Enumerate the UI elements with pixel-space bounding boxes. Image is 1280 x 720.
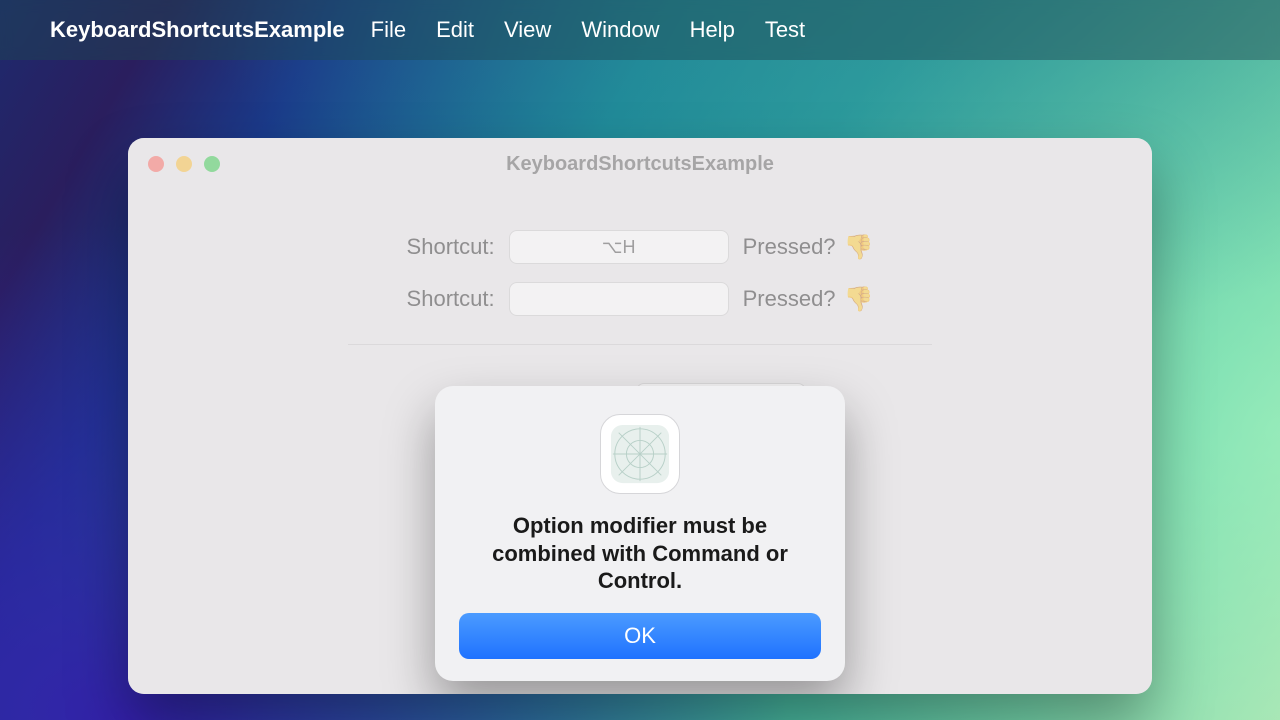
menu-test[interactable]: Test <box>765 17 805 43</box>
window-titlebar[interactable]: KeyboardShortcutsExample <box>128 138 1152 190</box>
shortcut-row: Shortcut: Pressed? 👎 <box>208 282 1072 316</box>
close-icon[interactable] <box>148 156 164 172</box>
app-menu[interactable]: KeyboardShortcutsExample <box>50 17 345 43</box>
ok-button[interactable]: OK <box>459 613 821 659</box>
system-menubar: KeyboardShortcutsExample File Edit View … <box>0 0 1280 60</box>
shortcut-row: Shortcut: ⌥H Pressed? 👎 <box>208 230 1072 264</box>
zoom-icon[interactable] <box>204 156 220 172</box>
thumbs-down-icon: 👎 <box>844 285 874 314</box>
menu-view[interactable]: View <box>504 17 551 43</box>
menu-window[interactable]: Window <box>581 17 659 43</box>
minimize-icon[interactable] <box>176 156 192 172</box>
pressed-label: Pressed? <box>743 234 836 260</box>
shortcut-label: Shortcut: <box>407 286 495 312</box>
shortcut-label: Shortcut: <box>407 234 495 260</box>
window-title: KeyboardShortcutsExample <box>506 153 774 176</box>
app-window: KeyboardShortcutsExample Shortcut: ⌥H Pr… <box>128 138 1152 694</box>
menu-edit[interactable]: Edit <box>436 17 474 43</box>
alert-message: Option modifier must be combined with Co… <box>465 512 815 595</box>
app-icon <box>600 414 680 494</box>
menu-file[interactable]: File <box>371 17 406 43</box>
divider <box>348 344 932 345</box>
thumbs-down-icon: 👎 <box>844 233 874 262</box>
pressed-label: Pressed? <box>743 286 836 312</box>
shortcut-field[interactable]: ⌥H <box>509 230 729 264</box>
menu-help[interactable]: Help <box>690 17 735 43</box>
shortcut-field[interactable] <box>509 282 729 316</box>
alert-sheet: Option modifier must be combined with Co… <box>435 386 845 681</box>
